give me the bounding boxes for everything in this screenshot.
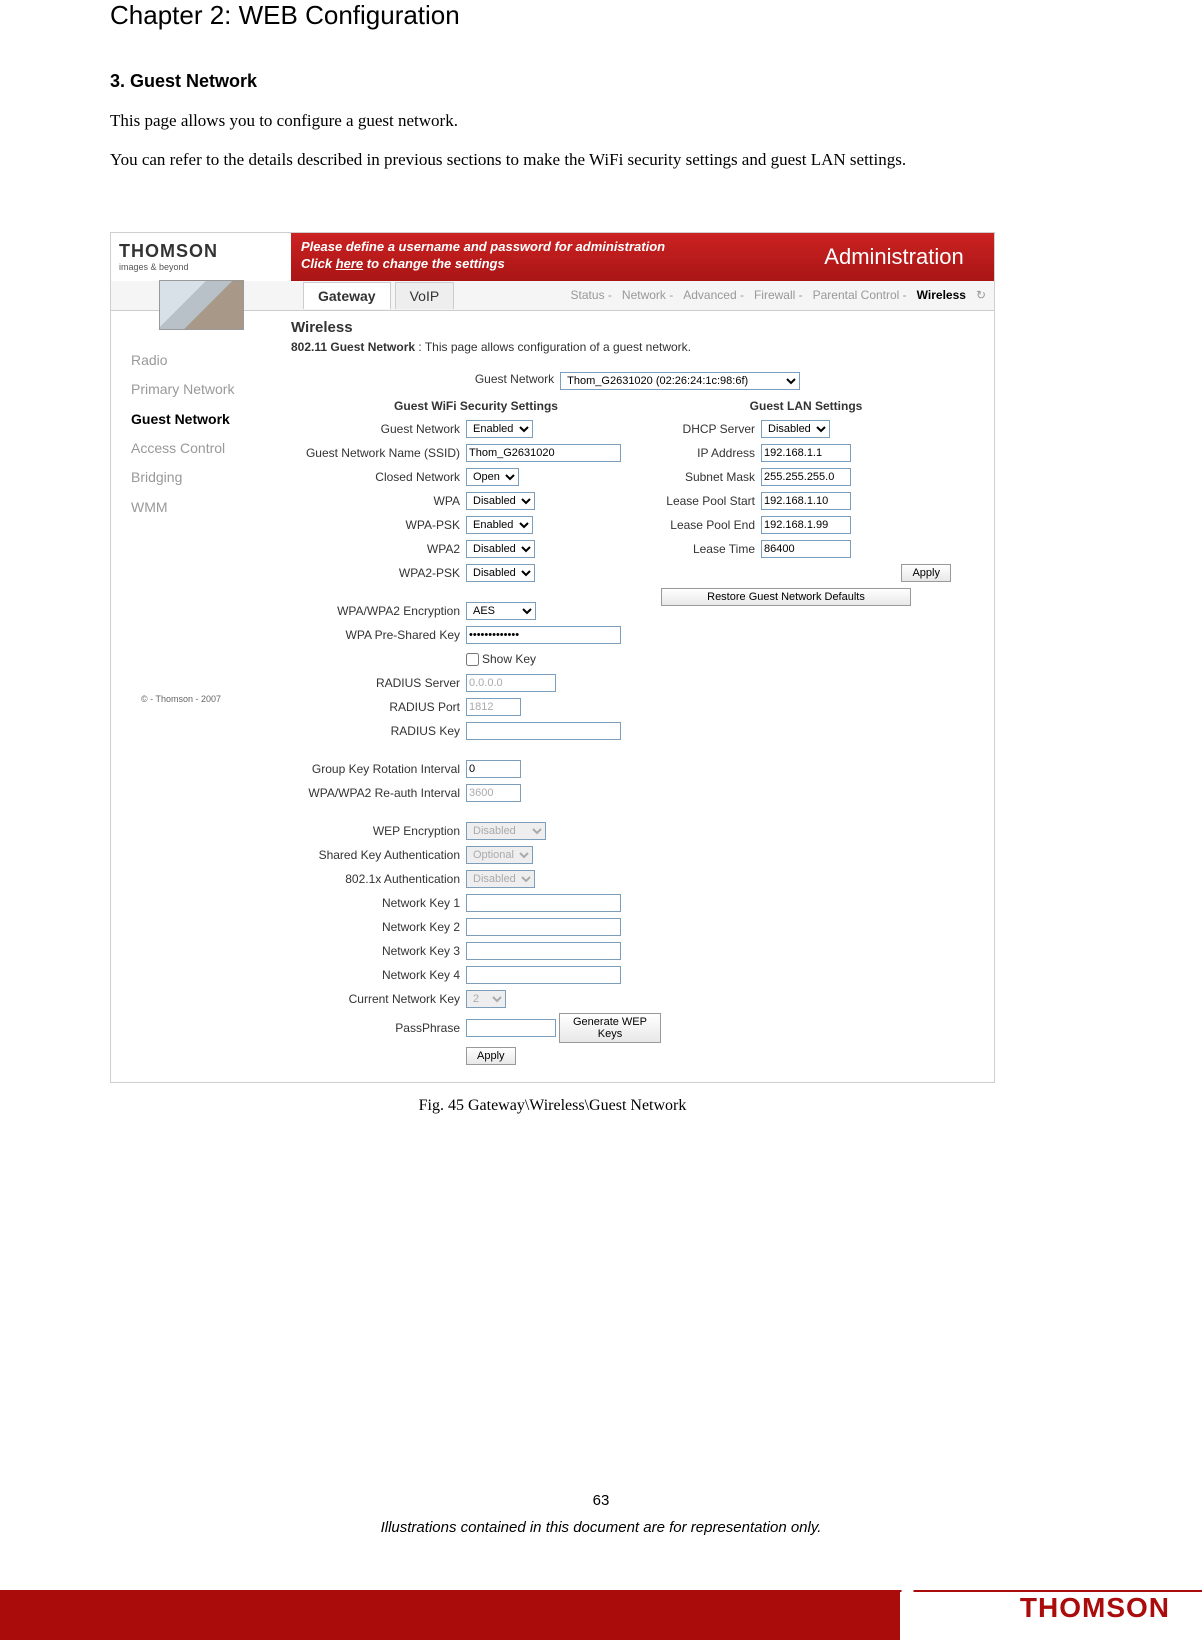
sidebar-item-wmm[interactable]: WMM — [131, 493, 281, 522]
sidebar-item-primary[interactable]: Primary Network — [131, 375, 281, 404]
wpa2-psk-select[interactable]: Disabled — [466, 564, 535, 582]
hero-photo — [159, 280, 244, 330]
restore-defaults-button[interactable]: Restore Guest Network Defaults — [661, 588, 911, 606]
menu-network[interactable]: Network - — [622, 288, 673, 302]
section-title: 3. Guest Network — [110, 71, 1092, 92]
lan-section-header: Guest LAN Settings — [661, 399, 951, 413]
wpa2-select[interactable]: Disabled — [466, 540, 535, 558]
banner-line2: Click here to change the settings — [301, 256, 784, 273]
lease-start-input[interactable] — [761, 492, 851, 510]
wpa-select[interactable]: Disabled — [466, 492, 535, 510]
guest-network-top-label: Guest Network — [475, 372, 560, 390]
sub-menu: Status - Network - Advanced - Firewall -… — [454, 288, 994, 302]
banner-title: Administration — [794, 233, 994, 281]
wep-select[interactable]: Disabled — [466, 822, 546, 840]
ssid-input[interactable] — [466, 444, 621, 462]
lease-end-input[interactable] — [761, 516, 851, 534]
paragraph-1: This page allows you to configure a gues… — [110, 110, 1092, 133]
lease-time-input[interactable] — [761, 540, 851, 558]
network-key-1-input[interactable] — [466, 894, 621, 912]
copyright: © - Thomson - 2007 — [131, 682, 281, 717]
brand-logo: THOMSON — [1020, 1592, 1170, 1624]
menu-advanced[interactable]: Advanced - — [683, 288, 744, 302]
page-number: 63 — [0, 1492, 1202, 1509]
guest-network-enable-select[interactable]: Enabled — [466, 420, 533, 438]
refresh-icon[interactable]: ↻ — [976, 288, 986, 302]
menu-parental[interactable]: Parental Control - — [813, 288, 907, 302]
radius-port-input[interactable] — [466, 698, 521, 716]
wifi-section-header: Guest WiFi Security Settings — [291, 399, 661, 413]
main-panel: Wireless 802.11 Guest Network : This pag… — [291, 311, 994, 1082]
tabs-row: Gateway VoIP Status - Network - Advanced… — [111, 281, 994, 311]
dhcp-select[interactable]: Disabled — [761, 420, 830, 438]
banner-message: Please define a username and password fo… — [291, 233, 794, 281]
menu-wireless[interactable]: Wireless — [917, 288, 966, 302]
paragraph-2: You can refer to the details described i… — [110, 149, 1092, 172]
network-key-3-input[interactable] — [466, 942, 621, 960]
sidebar: Radio Primary Network Guest Network Acce… — [111, 311, 291, 1082]
banner-here-link[interactable]: here — [336, 256, 363, 271]
dot1x-select[interactable]: Disabled — [466, 870, 535, 888]
tab-voip[interactable]: VoIP — [395, 282, 455, 309]
sidebar-item-access[interactable]: Access Control — [131, 434, 281, 463]
sidebar-item-radio[interactable]: Radio — [131, 346, 281, 375]
current-network-key-select[interactable]: 2 — [466, 990, 506, 1008]
brand-bar: THOMSON — [0, 1560, 1202, 1640]
guest-network-select-row: Guest Network Thom_G2631020 (02:26:24:1c… — [291, 372, 984, 390]
encryption-select[interactable]: AES — [466, 602, 536, 620]
radius-key-input[interactable] — [466, 722, 621, 740]
menu-status[interactable]: Status - — [571, 288, 612, 302]
tab-gateway[interactable]: Gateway — [303, 282, 391, 309]
generate-wep-button[interactable]: Generate WEP Keys — [559, 1013, 661, 1043]
ip-input[interactable] — [761, 444, 851, 462]
menu-firewall[interactable]: Firewall - — [754, 288, 803, 302]
page-heading: Wireless — [291, 319, 984, 336]
guest-network-select[interactable]: Thom_G2631020 (02:26:24:1c:98:6f) — [560, 372, 800, 390]
group-key-interval-input[interactable] — [466, 760, 521, 778]
figure-caption: Fig. 45 Gateway\Wireless\Guest Network — [110, 1097, 995, 1115]
chapter-title: Chapter 2: WEB Configuration — [110, 0, 1092, 31]
network-key-2-input[interactable] — [466, 918, 621, 936]
disclaimer: Illustrations contained in this document… — [0, 1519, 1202, 1536]
mask-input[interactable] — [761, 468, 851, 486]
closed-network-select[interactable]: Open — [466, 468, 519, 486]
apply-button-left[interactable]: Apply — [466, 1047, 516, 1065]
logo-text: THOMSON — [119, 241, 218, 262]
main-tabs: Gateway VoIP — [291, 282, 454, 309]
sidebar-item-bridging[interactable]: Bridging — [131, 463, 281, 492]
router-screenshot: THOMSON images & beyond Please define a … — [110, 232, 995, 1083]
network-key-4-input[interactable] — [466, 966, 621, 984]
apply-button-right[interactable]: Apply — [901, 564, 951, 582]
reauth-interval-input[interactable] — [466, 784, 521, 802]
sidebar-item-guest[interactable]: Guest Network — [131, 405, 281, 434]
banner-line1: Please define a username and password fo… — [301, 239, 784, 256]
wpa-psk-select[interactable]: Enabled — [466, 516, 533, 534]
passphrase-input[interactable] — [466, 1019, 556, 1037]
shared-key-auth-select[interactable]: Optional — [466, 846, 533, 864]
page-desc: 802.11 Guest Network : This page allows … — [291, 340, 984, 354]
show-key-checkbox[interactable] — [466, 653, 479, 666]
radius-server-input[interactable] — [466, 674, 556, 692]
show-key-label: Show Key — [482, 652, 536, 666]
psk-input[interactable] — [466, 626, 621, 644]
